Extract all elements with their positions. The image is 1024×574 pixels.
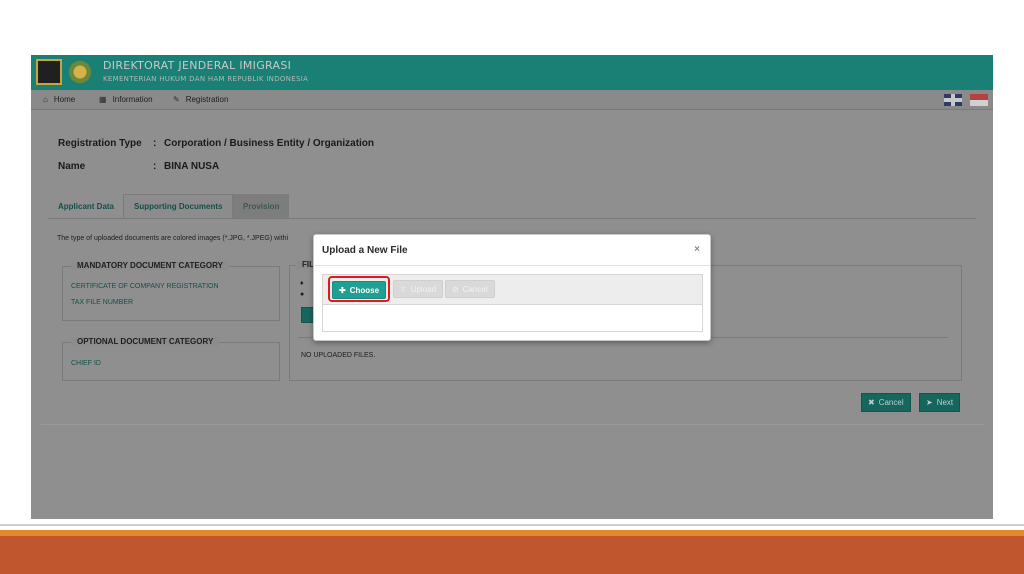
slide-divider-line xyxy=(0,524,1024,526)
doc-link-tax-file-number[interactable]: TAX FILE NUMBER xyxy=(71,299,133,306)
cancel-label: Cancel xyxy=(878,398,904,407)
tag-icon: ♦ xyxy=(300,280,304,287)
upload-file-modal: Upload a New File × ✚ Choose ⇧ Upload ⊘ … xyxy=(313,234,711,341)
modal-title: Upload a New File xyxy=(322,245,408,256)
tab-provision[interactable]: Provision xyxy=(233,194,290,218)
slide: DIREKTORAT JENDERAL IMIGRASI KEMENTERIAN… xyxy=(0,0,1024,574)
nav-item-home[interactable]: ⌂ Home xyxy=(43,95,75,104)
top-navbar: ⌂ Home ▦ Information ✎ Registration xyxy=(31,90,993,110)
registration-type-value: Corporation / Business Entity / Organiza… xyxy=(164,138,375,149)
doc-link-chief-id[interactable]: CHIEF ID xyxy=(71,360,101,367)
site-header: DIREKTORAT JENDERAL IMIGRASI KEMENTERIAN… xyxy=(31,55,993,90)
mandatory-document-category: MANDATORY DOCUMENT CATEGORY xyxy=(62,261,280,321)
slide-footer-bar xyxy=(0,530,1024,574)
colon: : xyxy=(153,138,157,149)
close-icon: ✖ xyxy=(868,398,875,407)
book-icon: ▦ xyxy=(99,95,107,104)
tab-supporting-documents[interactable]: Supporting Documents xyxy=(123,194,234,218)
optional-legend: OPTIONAL DOCUMENT CATEGORY xyxy=(71,337,220,346)
send-icon: ➤ xyxy=(926,398,933,407)
info-icon: ● xyxy=(300,291,305,298)
upload-info-text: The type of uploaded documents are color… xyxy=(57,235,289,242)
cancel-button[interactable]: ✖ Cancel xyxy=(861,393,911,412)
nav-item-registration[interactable]: ✎ Registration xyxy=(173,95,228,104)
name-value: BINA NUSA xyxy=(164,161,220,172)
tab-divider xyxy=(48,218,976,219)
choose-label: Choose xyxy=(349,285,380,295)
name-label: Name xyxy=(58,161,86,172)
cancel-circle-icon: ⊘ xyxy=(452,284,459,294)
nav-label: Information xyxy=(112,95,153,104)
mandatory-legend: MANDATORY DOCUMENT CATEGORY xyxy=(71,261,229,270)
pen-icon: ✎ xyxy=(173,95,180,104)
registration-type-label: Registration Type xyxy=(58,138,142,149)
nav-item-information[interactable]: ▦ Information xyxy=(99,95,153,104)
site-title: DIREKTORAT JENDERAL IMIGRASI xyxy=(103,59,292,72)
upload-icon: ⇧ xyxy=(400,284,407,294)
home-icon: ⌂ xyxy=(43,95,48,104)
plus-icon: ✚ xyxy=(339,285,346,295)
upload-label: Upload xyxy=(410,284,437,294)
no-uploaded-files-text: NO UPLOADED FILES. xyxy=(301,352,376,359)
doc-link-company-registration[interactable]: CERTIFICATE OF COMPANY REGISTRATION xyxy=(71,283,219,290)
next-label: Next xyxy=(936,398,954,407)
modal-header-divider xyxy=(314,265,710,266)
nav-label: Registration xyxy=(185,95,229,104)
nav-label: Home xyxy=(53,95,76,104)
tab-applicant-data[interactable]: Applicant Data xyxy=(48,194,124,218)
indonesian-flag-icon[interactable] xyxy=(970,94,988,106)
upload-file-button[interactable]: ⇧ Upload xyxy=(393,280,444,298)
english-flag-icon[interactable] xyxy=(944,94,962,106)
colon: : xyxy=(153,161,157,172)
modal-close-button[interactable]: × xyxy=(694,244,700,255)
upload-toolbar: ✚ Choose ⇧ Upload ⊘ Cancel xyxy=(322,274,703,304)
next-button[interactable]: ➤ Next xyxy=(919,393,961,412)
cancel-upload-label: Cancel xyxy=(462,284,488,294)
panel-bottom-edge xyxy=(41,424,984,425)
ministry-logo xyxy=(36,59,62,85)
file-drop-area[interactable] xyxy=(322,304,703,332)
choose-file-button[interactable]: ✚ Choose xyxy=(332,281,387,299)
cancel-upload-button[interactable]: ⊘ Cancel xyxy=(445,280,495,298)
immigration-emblem xyxy=(67,59,93,85)
site-subtitle: KEMENTERIAN HUKUM DAN HAM REPUBLIK INDON… xyxy=(103,75,309,83)
